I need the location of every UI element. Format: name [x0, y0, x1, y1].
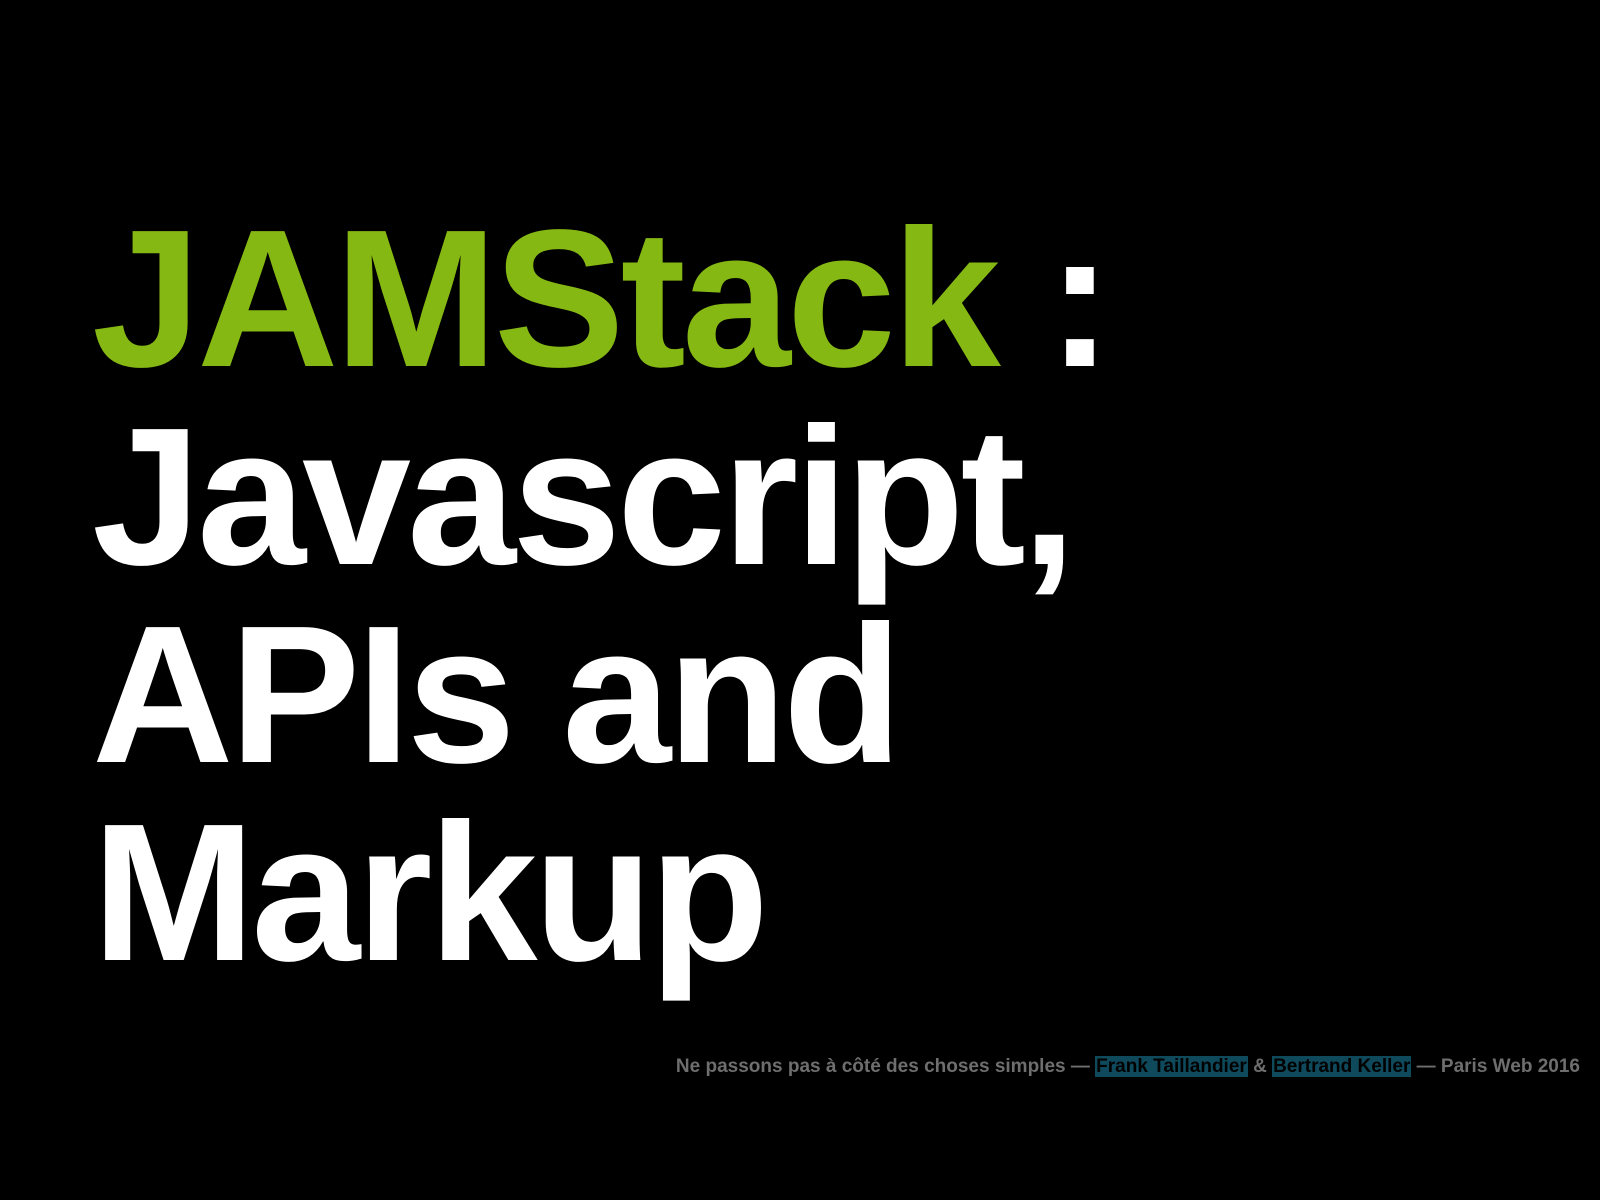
author-link-frank[interactable]: Frank Taillandier — [1095, 1056, 1248, 1077]
slide: JAMStack : Javascript, APIs and Markup N… — [0, 0, 1600, 1200]
title-line-2: Javascript, — [92, 387, 1076, 606]
title-accent-word: JAMStack — [92, 189, 1001, 408]
slide-title: JAMStack : Javascript, APIs and Markup — [92, 200, 1113, 1002]
title-line-3: APIs and — [92, 585, 903, 804]
slide-footer: Ne passons pas à côté des choses simples… — [676, 1056, 1580, 1078]
event-name: Paris Web 2016 — [1440, 1056, 1580, 1077]
footer-ampersand: & — [1247, 1056, 1273, 1077]
title-colon: : — [996, 189, 1112, 408]
author-link-bertrand[interactable]: Bertrand Keller — [1272, 1056, 1412, 1077]
footer-separator: — — [1411, 1056, 1441, 1077]
title-line-1: JAMStack : — [92, 200, 1113, 398]
talk-title: Ne passons pas à côté des choses simples — [675, 1056, 1066, 1077]
footer-separator: — — [1065, 1056, 1096, 1077]
title-line-4: Markup — [92, 783, 769, 1002]
